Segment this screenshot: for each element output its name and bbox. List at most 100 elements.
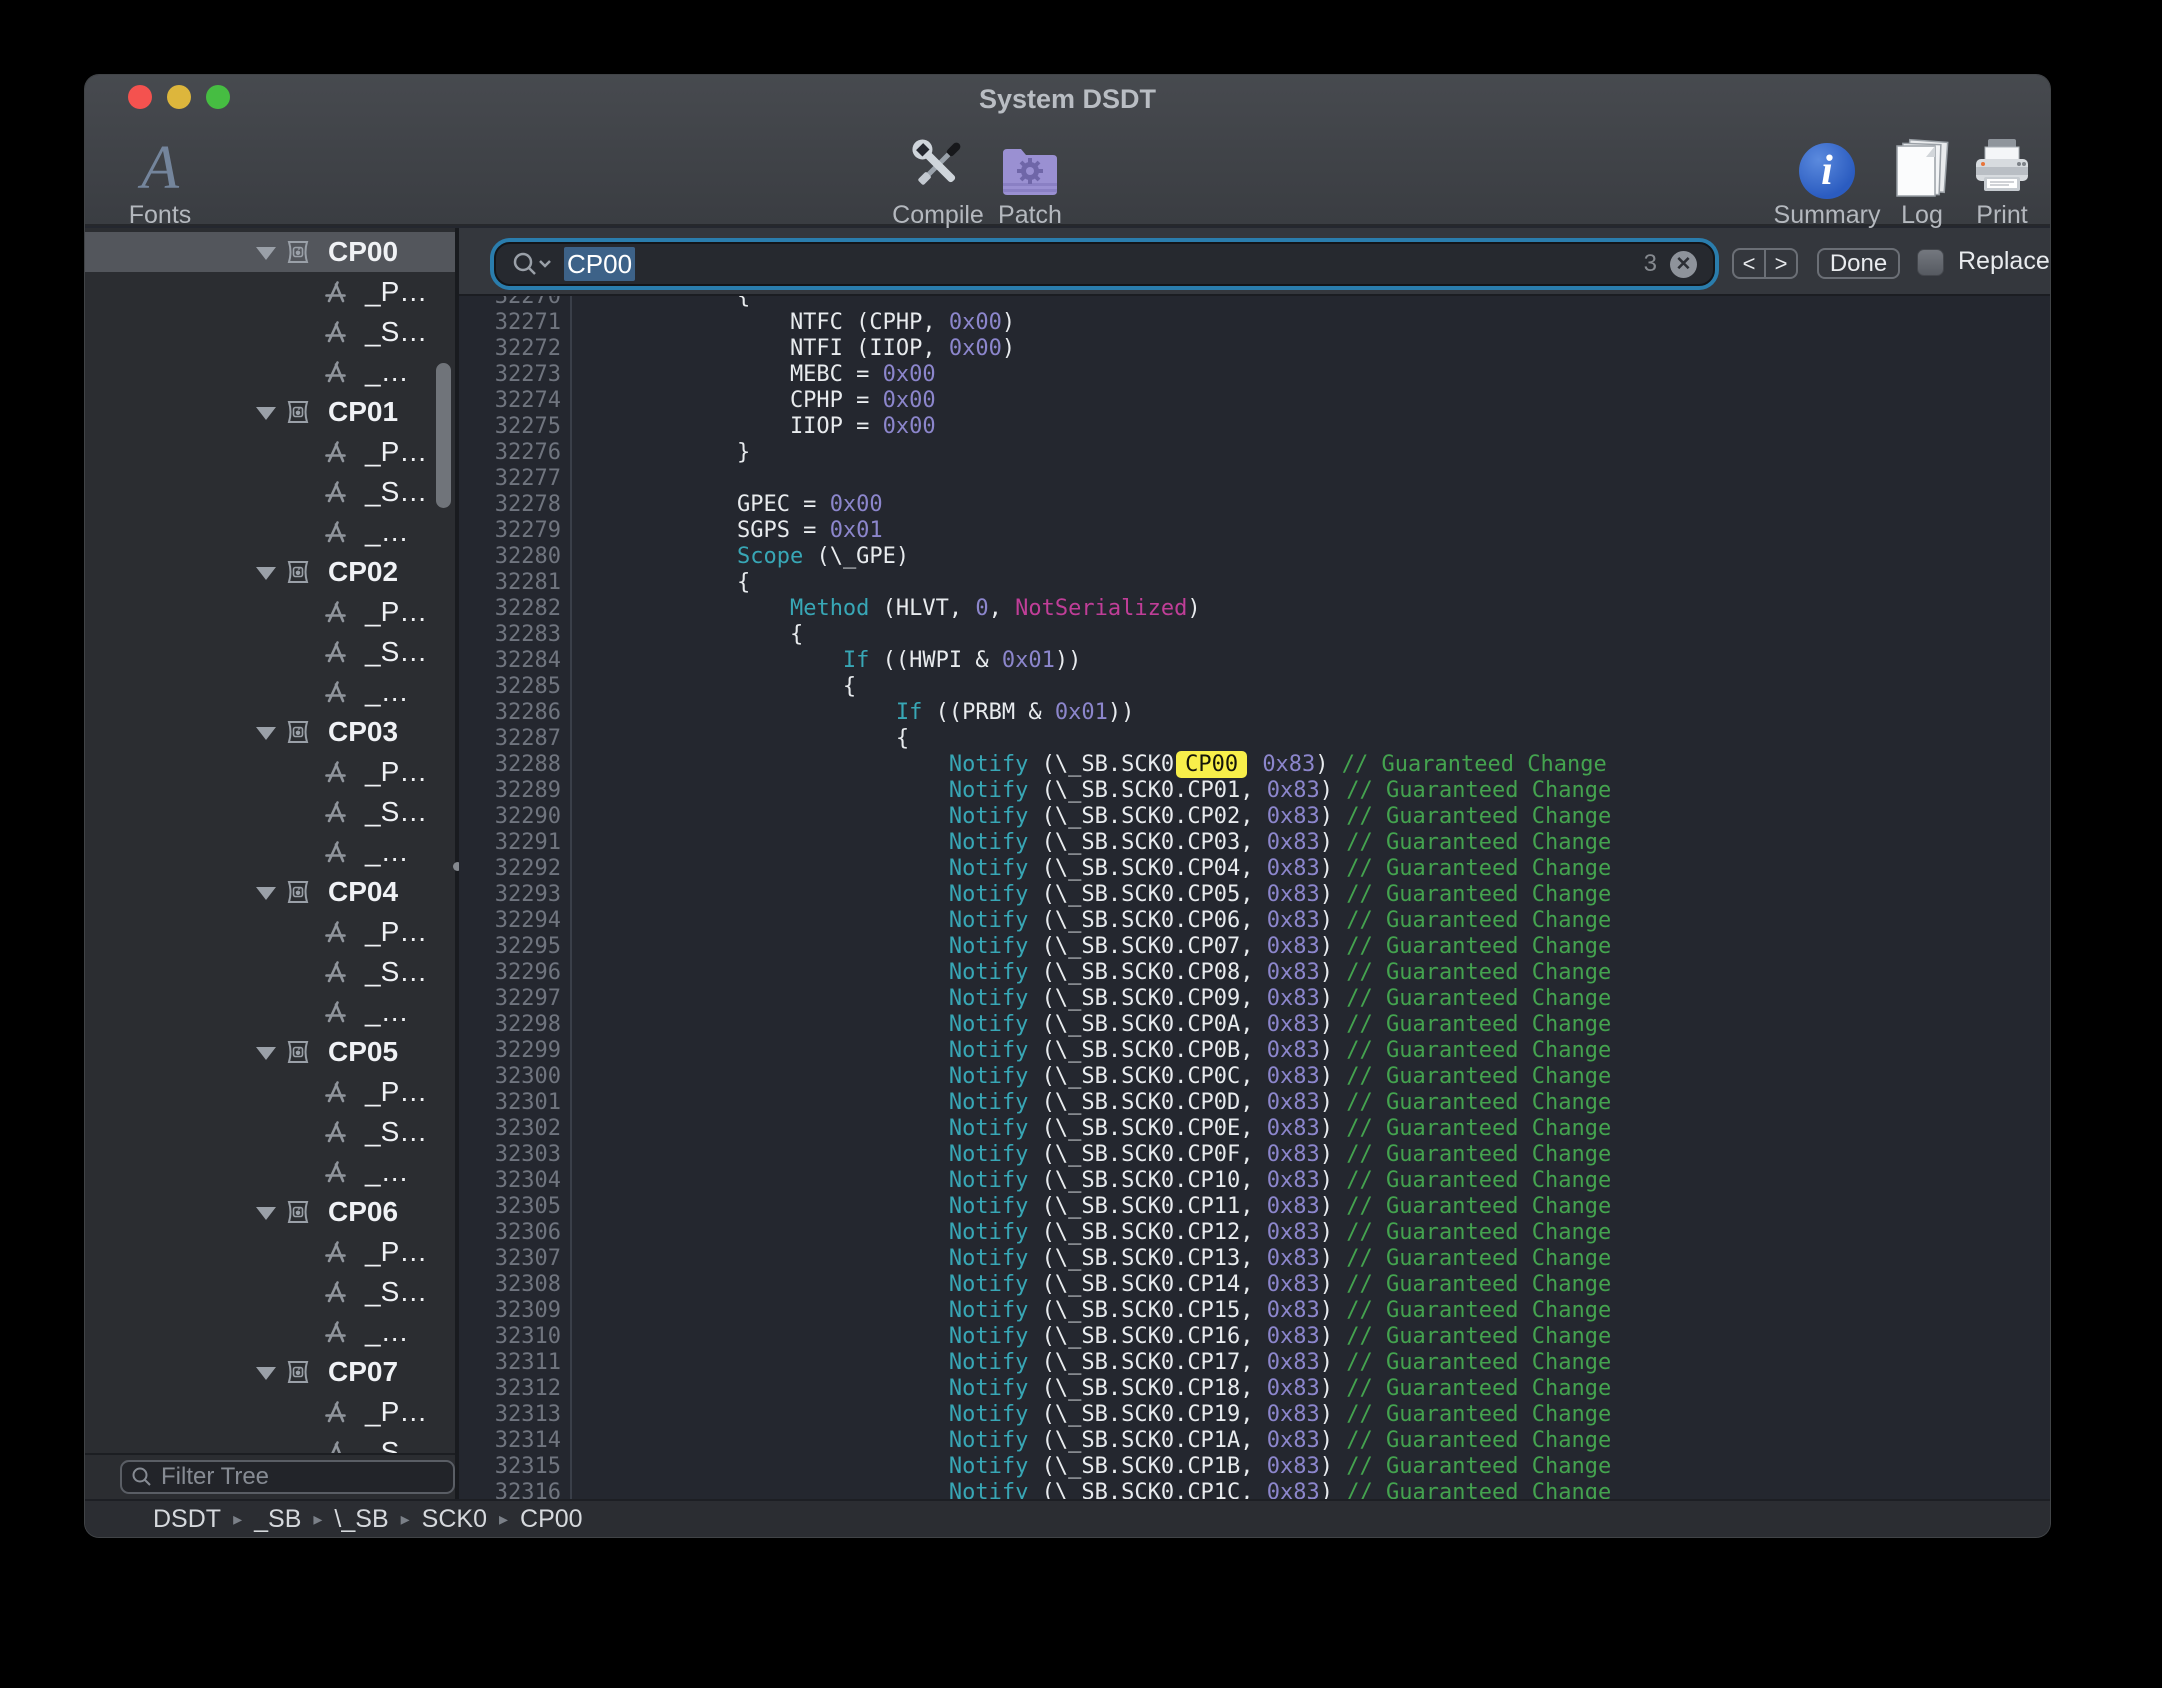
code-text: Notify (\_SB.SCK0.CP04, 0x83) // Guarant… bbox=[572, 856, 1611, 882]
code-text: If ((PRBM & 0x01)) bbox=[572, 700, 1134, 726]
method-a-icon bbox=[321, 998, 349, 1026]
tree-item-child[interactable]: _S… bbox=[85, 792, 455, 832]
disclosure-triangle-icon[interactable] bbox=[256, 567, 276, 580]
tree-scrollbar-thumb[interactable] bbox=[436, 363, 451, 508]
tree-item-label: _S… bbox=[365, 476, 427, 508]
find-input[interactable]: CP00 3 ✕ bbox=[494, 242, 1715, 286]
code-editor[interactable]: 32270 {32271 NTFC (CPHP, 0x00)32272 NTFI… bbox=[459, 296, 2050, 1499]
code-text: Notify (\_SB.SCK0.CP0B, 0x83) // Guarant… bbox=[572, 1038, 1611, 1064]
tree-item-CP05[interactable]: CP05 bbox=[85, 1032, 455, 1072]
disclosure-triangle-icon[interactable] bbox=[256, 1047, 276, 1060]
disclosure-triangle-icon[interactable] bbox=[256, 727, 276, 740]
code-line: 32311 Notify (\_SB.SCK0.CP17, 0x83) // G… bbox=[459, 1350, 2050, 1376]
tree-item-CP03[interactable]: CP03 bbox=[85, 712, 455, 752]
tree-item-label: _P… bbox=[365, 436, 427, 468]
tree-item-child[interactable]: _P… bbox=[85, 1232, 455, 1272]
code-text: If ((HWPI & 0x01)) bbox=[572, 648, 1081, 674]
tree-item-label: CP03 bbox=[328, 716, 398, 748]
tree-item-child[interactable]: _… bbox=[85, 992, 455, 1032]
code-text: Notify (\_SB.SCK0.CP02, 0x83) // Guarant… bbox=[572, 804, 1611, 830]
disclosure-triangle-icon[interactable] bbox=[256, 1207, 276, 1220]
device-badge-icon bbox=[284, 398, 314, 426]
tree-item-label: _S… bbox=[365, 1276, 427, 1308]
tree-item-child[interactable]: _P… bbox=[85, 592, 455, 632]
breadcrumb-item[interactable]: \_SB bbox=[334, 1505, 388, 1534]
method-a-icon bbox=[321, 1238, 349, 1266]
clear-search-icon[interactable]: ✕ bbox=[1670, 251, 1697, 278]
line-number: 32305 bbox=[459, 1194, 572, 1220]
find-done-button[interactable]: Done bbox=[1817, 248, 1900, 279]
tree-item-child[interactable]: _P… bbox=[85, 432, 455, 472]
tree-item-CP02[interactable]: CP02 bbox=[85, 552, 455, 592]
disclosure-triangle-icon[interactable] bbox=[256, 887, 276, 900]
tree-item-CP07[interactable]: CP07 bbox=[85, 1352, 455, 1392]
replace-label: Replace bbox=[1958, 228, 2050, 294]
tree-item-child[interactable]: _S… bbox=[85, 632, 455, 672]
code-text: Method (HLVT, 0, NotSerialized) bbox=[572, 596, 1201, 622]
code-text: Notify (\_SB.SCK0.CP18, 0x83) // Guarant… bbox=[572, 1376, 1611, 1402]
tree-item-child[interactable]: _P… bbox=[85, 272, 455, 312]
filter-tree-input[interactable]: Filter Tree bbox=[120, 1460, 455, 1494]
code-line: 32310 Notify (\_SB.SCK0.CP16, 0x83) // G… bbox=[459, 1324, 2050, 1350]
toolbar-fonts-button[interactable]: A Fonts bbox=[85, 129, 235, 230]
breadcrumb-item[interactable]: DSDT bbox=[153, 1505, 221, 1534]
code-text: Notify (\_SB.SCK0.CP1A, 0x83) // Guarant… bbox=[572, 1428, 1611, 1454]
disclosure-triangle-icon[interactable] bbox=[256, 1367, 276, 1380]
tree-item-child[interactable]: _… bbox=[85, 672, 455, 712]
code-line: 32298 Notify (\_SB.SCK0.CP0A, 0x83) // G… bbox=[459, 1012, 2050, 1038]
toolbar-print-button[interactable]: Print bbox=[1927, 129, 2050, 230]
method-a-icon bbox=[321, 1438, 349, 1453]
tree-item-child[interactable]: _S… bbox=[85, 1272, 455, 1312]
find-next-button[interactable]: > bbox=[1766, 250, 1796, 277]
tree-item-child[interactable]: _P… bbox=[85, 912, 455, 952]
tree-item-label: _P… bbox=[365, 916, 427, 948]
disclosure-triangle-icon[interactable] bbox=[256, 247, 276, 260]
line-number: 32271 bbox=[459, 310, 572, 336]
line-number: 32297 bbox=[459, 986, 572, 1012]
code-line: 32304 Notify (\_SB.SCK0.CP10, 0x83) // G… bbox=[459, 1168, 2050, 1194]
tree-item-child[interactable]: _… bbox=[85, 832, 455, 872]
code-line: 32272 NTFI (IIOP, 0x00) bbox=[459, 336, 2050, 362]
line-number: 32272 bbox=[459, 336, 572, 362]
search-magnifier-icon[interactable] bbox=[510, 250, 554, 278]
tree-item-child[interactable]: _… bbox=[85, 512, 455, 552]
toolbar-patch-button[interactable]: Patch bbox=[955, 129, 1105, 230]
line-number: 32306 bbox=[459, 1220, 572, 1246]
tree-item-CP04[interactable]: CP04 bbox=[85, 872, 455, 912]
breadcrumb-item[interactable]: SCK0 bbox=[422, 1505, 487, 1534]
tree-item-child[interactable]: _P… bbox=[85, 1392, 455, 1432]
code-line: 32286 If ((PRBM & 0x01)) bbox=[459, 700, 2050, 726]
code-line: 32284 If ((HWPI & 0x01)) bbox=[459, 648, 2050, 674]
find-previous-button[interactable]: < bbox=[1734, 250, 1766, 277]
breadcrumb-item[interactable]: CP00 bbox=[520, 1505, 583, 1534]
tree-item-child[interactable]: _S… bbox=[85, 312, 455, 352]
code-line: 32277 bbox=[459, 466, 2050, 492]
replace-checkbox[interactable] bbox=[1917, 249, 1944, 276]
tree-item-child[interactable]: _P… bbox=[85, 752, 455, 792]
tree-item-child[interactable]: _S… bbox=[85, 472, 455, 512]
tree-item-child[interactable]: _… bbox=[85, 352, 455, 392]
line-number: 32293 bbox=[459, 882, 572, 908]
line-number: 32315 bbox=[459, 1454, 572, 1480]
tree-item-child[interactable]: _P… bbox=[85, 1072, 455, 1112]
tree-item-CP06[interactable]: CP06 bbox=[85, 1192, 455, 1232]
tree-item-CP00[interactable]: CP00 bbox=[85, 232, 455, 272]
breadcrumb-item[interactable]: _SB bbox=[254, 1505, 301, 1534]
tree-item-child[interactable]: _S… bbox=[85, 952, 455, 992]
code-text: Notify (\_SB.SCK0CP00 0x83) // Guarantee… bbox=[572, 752, 1607, 778]
tree-item-child[interactable]: _… bbox=[85, 1152, 455, 1192]
method-a-icon bbox=[321, 438, 349, 466]
tree-item-child[interactable]: _S… bbox=[85, 1112, 455, 1152]
tree-item-CP01[interactable]: CP01 bbox=[85, 392, 455, 432]
code-text: Notify (\_SB.SCK0.CP08, 0x83) // Guarant… bbox=[572, 960, 1611, 986]
code-line: 32297 Notify (\_SB.SCK0.CP09, 0x83) // G… bbox=[459, 986, 2050, 1012]
dsdt-tree[interactable]: CP00_P…_S…_…CP01_P…_S…_…CP02_P…_S…_…CP03… bbox=[85, 228, 455, 1453]
tree-item-child[interactable]: _S… bbox=[85, 1432, 455, 1453]
code-line: 32299 Notify (\_SB.SCK0.CP0B, 0x83) // G… bbox=[459, 1038, 2050, 1064]
print-printer-icon bbox=[1927, 129, 2050, 199]
tree-item-child[interactable]: _… bbox=[85, 1312, 455, 1352]
disclosure-triangle-icon[interactable] bbox=[256, 407, 276, 420]
method-a-icon bbox=[321, 1118, 349, 1146]
tree-item-label: _S… bbox=[365, 1436, 427, 1453]
code-text: CPHP = 0x00 bbox=[572, 388, 936, 414]
